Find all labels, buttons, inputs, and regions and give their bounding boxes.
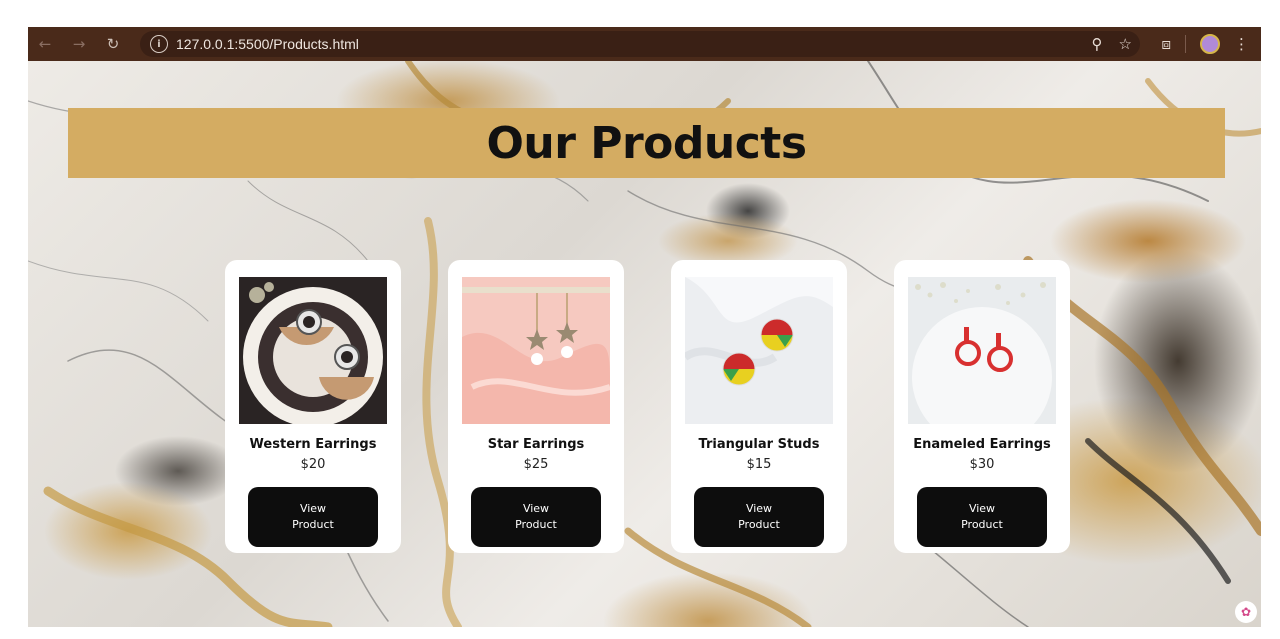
bookmark-star-icon[interactable]: ☆ [1119, 35, 1132, 53]
view-product-button[interactable]: View Product [471, 487, 601, 547]
product-name: Star Earrings [487, 437, 585, 452]
reload-icon[interactable]: ↻ [96, 27, 130, 61]
view-product-button[interactable]: View Product [248, 487, 378, 547]
button-label-line2: Product [292, 518, 334, 531]
site-info-icon[interactable]: i [150, 35, 168, 53]
product-name: Western Earrings [249, 437, 377, 452]
button-label-line1: View [745, 502, 773, 515]
product-card: Enameled Earrings $30 View Product [894, 260, 1070, 553]
back-arrow-icon[interactable]: ← [28, 27, 62, 61]
product-image-star-earrings [462, 277, 610, 424]
profile-avatar[interactable] [1200, 34, 1220, 54]
product-card: Western Earrings $20 View Product [225, 260, 401, 553]
product-name: Enameled Earrings [913, 437, 1051, 452]
product-price: $20 [300, 457, 326, 472]
product-price: $30 [969, 457, 995, 472]
url-text[interactable]: 127.0.0.1:5500/Products.html [176, 36, 359, 52]
extensions-icon[interactable]: ⧈ [1161, 35, 1171, 53]
address-bar[interactable]: i 127.0.0.1:5500/Products.html ⚲ ☆ [140, 31, 1140, 57]
product-card: Triangular Studs $15 View Product [671, 260, 847, 553]
product-name: Triangular Studs [698, 437, 820, 452]
floating-assistant-icon[interactable]: ✿ [1235, 601, 1257, 623]
product-price: $15 [746, 457, 772, 472]
view-product-button[interactable]: View Product [694, 487, 824, 547]
product-image-western-earrings [239, 277, 387, 424]
button-label-line2: Product [515, 518, 557, 531]
button-label-line1: View [299, 502, 327, 515]
toolbar-actions: ⧈ ⋮ [1161, 27, 1261, 61]
product-price: $25 [523, 457, 549, 472]
button-label-line2: Product [738, 518, 780, 531]
title-banner: Our Products [68, 108, 1225, 178]
omnibox-actions: ⚲ ☆ [1092, 31, 1132, 57]
browser-toolbar: ← → ↻ i 127.0.0.1:5500/Products.html ⚲ ☆… [28, 27, 1261, 61]
button-label-line1: View [522, 502, 550, 515]
product-image-triangular-studs [685, 277, 833, 424]
product-grid: Western Earrings $20 View Product Star E… [225, 260, 1070, 553]
toolbar-divider [1185, 35, 1186, 53]
button-label-line2: Product [961, 518, 1003, 531]
view-product-button[interactable]: View Product [917, 487, 1047, 547]
product-image-enameled-earrings [908, 277, 1056, 424]
forward-arrow-icon[interactable]: → [62, 27, 96, 61]
page-title: Our Products [486, 117, 807, 169]
menu-dots-icon[interactable]: ⋮ [1234, 35, 1249, 53]
zoom-icon[interactable]: ⚲ [1092, 35, 1103, 53]
button-label-line1: View [968, 502, 996, 515]
browser-window: ← → ↻ i 127.0.0.1:5500/Products.html ⚲ ☆… [28, 27, 1261, 627]
product-card: Star Earrings $25 View Product [448, 260, 624, 553]
